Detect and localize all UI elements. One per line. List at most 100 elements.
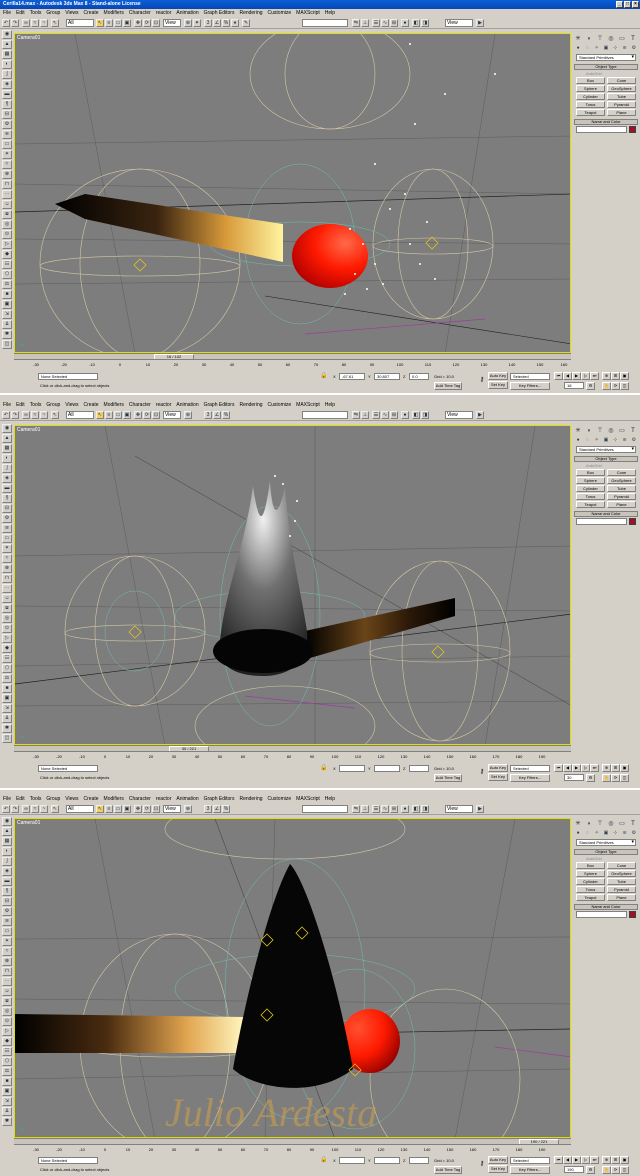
create-tab-icon[interactable]: ✳	[573, 427, 583, 435]
utilities-tab-icon[interactable]: T	[628, 35, 638, 43]
tube-button[interactable]: Tube	[607, 93, 636, 100]
bind-space-warp-icon[interactable]: ~	[40, 411, 48, 419]
export-icon[interactable]: ⇲	[2, 310, 12, 319]
edit-named-selection-icon[interactable]: ✎	[242, 19, 250, 27]
window-crossing-icon[interactable]: ▣	[123, 411, 131, 419]
menu-character[interactable]: Character	[129, 795, 151, 803]
create-tab-icon[interactable]: ✳	[573, 35, 583, 43]
convexity-test-icon[interactable]: ⬡	[2, 270, 12, 279]
modify-tab-icon[interactable]: ◗	[584, 820, 594, 828]
pyramid-button[interactable]: Pyramid	[607, 493, 636, 500]
select-object-icon[interactable]: ↖	[51, 411, 59, 419]
select-object-icon[interactable]: ↖	[51, 805, 59, 813]
menu-create[interactable]: Create	[84, 401, 99, 409]
settings-icon[interactable]: ✱	[2, 724, 12, 733]
zoom-icon[interactable]: ⊕	[602, 1156, 611, 1164]
hinge-icon[interactable]: ⊓	[2, 180, 12, 189]
car-wheel-icon[interactable]: ◎	[2, 1007, 12, 1016]
camera-viewport[interactable]: Camera01	[14, 425, 571, 745]
object-type-rollout[interactable]: Object Type	[574, 456, 638, 462]
select-by-name-icon[interactable]: ≡	[105, 19, 113, 27]
analyze-world-icon[interactable]: ⊙	[2, 230, 12, 239]
menu-modifiers[interactable]: Modifiers	[104, 401, 124, 409]
reactor-icon[interactable]: ◉	[2, 424, 12, 433]
curve-editor-icon[interactable]: ∿	[381, 19, 389, 27]
menu-customize[interactable]: Customize	[268, 9, 292, 17]
hierarchy-tab-icon[interactable]: ⊤	[595, 427, 605, 435]
store-icon[interactable]: ⇊	[2, 714, 12, 723]
unlink-icon[interactable]: ≈	[31, 411, 39, 419]
pivot-center-icon[interactable]: ⊕	[184, 411, 192, 419]
spring-icon[interactable]: §	[2, 494, 12, 503]
angle-snap-icon[interactable]: ∠	[213, 805, 221, 813]
deform-mesh-icon[interactable]: ◈	[2, 80, 12, 89]
play-icon[interactable]: ▶	[572, 764, 581, 772]
unlink-icon[interactable]: ≈	[31, 19, 39, 27]
analyze-world-icon[interactable]: ⊙	[2, 1017, 12, 1026]
plane-button[interactable]: Plane	[607, 894, 636, 901]
object-name-field[interactable]	[576, 518, 627, 525]
select-icon[interactable]: ↖	[96, 411, 104, 419]
geometry-icon[interactable]: ●	[574, 45, 582, 52]
link-icon[interactable]: ∞	[22, 805, 30, 813]
store-icon[interactable]: ⇊	[2, 1107, 12, 1116]
helpers-icon[interactable]: ⊹	[611, 45, 619, 52]
align-icon[interactable]: ⊥	[361, 411, 369, 419]
material-editor-icon[interactable]: ●	[401, 805, 409, 813]
water-icon[interactable]: ≈	[2, 160, 12, 169]
wind-icon[interactable]: ≋	[2, 130, 12, 139]
preview-animation-icon[interactable]: ▷	[2, 1027, 12, 1036]
property-editor-icon[interactable]: ☷	[2, 260, 12, 269]
percent-snap-icon[interactable]: %	[222, 805, 230, 813]
spinner-snap-icon[interactable]: ♦	[231, 19, 239, 27]
menu-file[interactable]: File	[3, 9, 11, 17]
update-mass-icon[interactable]: ⚖	[2, 1067, 12, 1076]
car-wheel-icon[interactable]: ◎	[2, 614, 12, 623]
menu-edit[interactable]: Edit	[16, 9, 25, 17]
redo-icon[interactable]: ↷	[11, 19, 19, 27]
sphere-button[interactable]: Sphere	[576, 870, 605, 877]
create-animation-icon[interactable]: ◆	[2, 644, 12, 653]
material-editor-icon[interactable]: ●	[401, 411, 409, 419]
go-to-start-icon[interactable]: ⏮	[554, 764, 563, 772]
schematic-view-icon[interactable]: ⊞	[390, 805, 398, 813]
unlink-icon[interactable]: ≈	[31, 805, 39, 813]
play-icon[interactable]: ▶	[572, 372, 581, 380]
menu-character[interactable]: Character	[129, 401, 151, 409]
menu-create[interactable]: Create	[84, 9, 99, 17]
display-tab-icon[interactable]: ▭	[617, 820, 627, 828]
water-icon[interactable]: ≈	[2, 947, 12, 956]
link-icon[interactable]: ∞	[22, 411, 30, 419]
menu-views[interactable]: Views	[65, 795, 78, 803]
helpers-icon[interactable]: ⊹	[611, 830, 619, 837]
camera-viewport[interactable]: Camera01	[14, 33, 571, 353]
menu-graph-editors[interactable]: Graph Editors	[204, 795, 235, 803]
cameras-icon[interactable]: ▣	[602, 45, 610, 52]
wind-icon[interactable]: ≋	[2, 917, 12, 926]
create-animation-icon[interactable]: ◆	[2, 250, 12, 259]
named-selection-dropdown[interactable]	[302, 805, 348, 813]
track-bar[interactable]: -30 -20 -10 0 10 20 30 40 50 60 70 80 90…	[14, 359, 571, 369]
named-selection-dropdown[interactable]	[302, 411, 348, 419]
pan-icon[interactable]: ✋	[602, 774, 611, 782]
selection-filter-dropdown[interactable]: All	[66, 411, 94, 419]
menu-create[interactable]: Create	[84, 795, 99, 803]
modify-tab-icon[interactable]: ◗	[584, 427, 594, 435]
angle-snap-icon[interactable]: ∠	[213, 19, 221, 27]
menu-group[interactable]: Group	[46, 795, 60, 803]
align-icon[interactable]: ⊥	[361, 19, 369, 27]
rigid-body-icon[interactable]: ▲	[2, 434, 12, 443]
geosphere-button[interactable]: GeoSphere	[607, 477, 636, 484]
dashpot-icon[interactable]: ⊟	[2, 110, 12, 119]
geosphere-button[interactable]: GeoSphere	[607, 870, 636, 877]
plane-button[interactable]: Plane	[607, 501, 636, 508]
go-to-start-icon[interactable]: ⏮	[554, 372, 563, 380]
schematic-view-icon[interactable]: ⊞	[390, 411, 398, 419]
key-icon[interactable]: ⚷	[478, 1160, 486, 1168]
time-config-icon[interactable]: ⚙	[586, 1166, 595, 1174]
ragdoll-icon[interactable]: ☺	[2, 987, 12, 996]
menu-customize[interactable]: Customize	[268, 401, 292, 409]
maximize-viewport-icon[interactable]: ◫	[620, 774, 629, 782]
plane-button[interactable]: Plane	[607, 109, 636, 116]
zoom-icon[interactable]: ⊕	[602, 764, 611, 772]
